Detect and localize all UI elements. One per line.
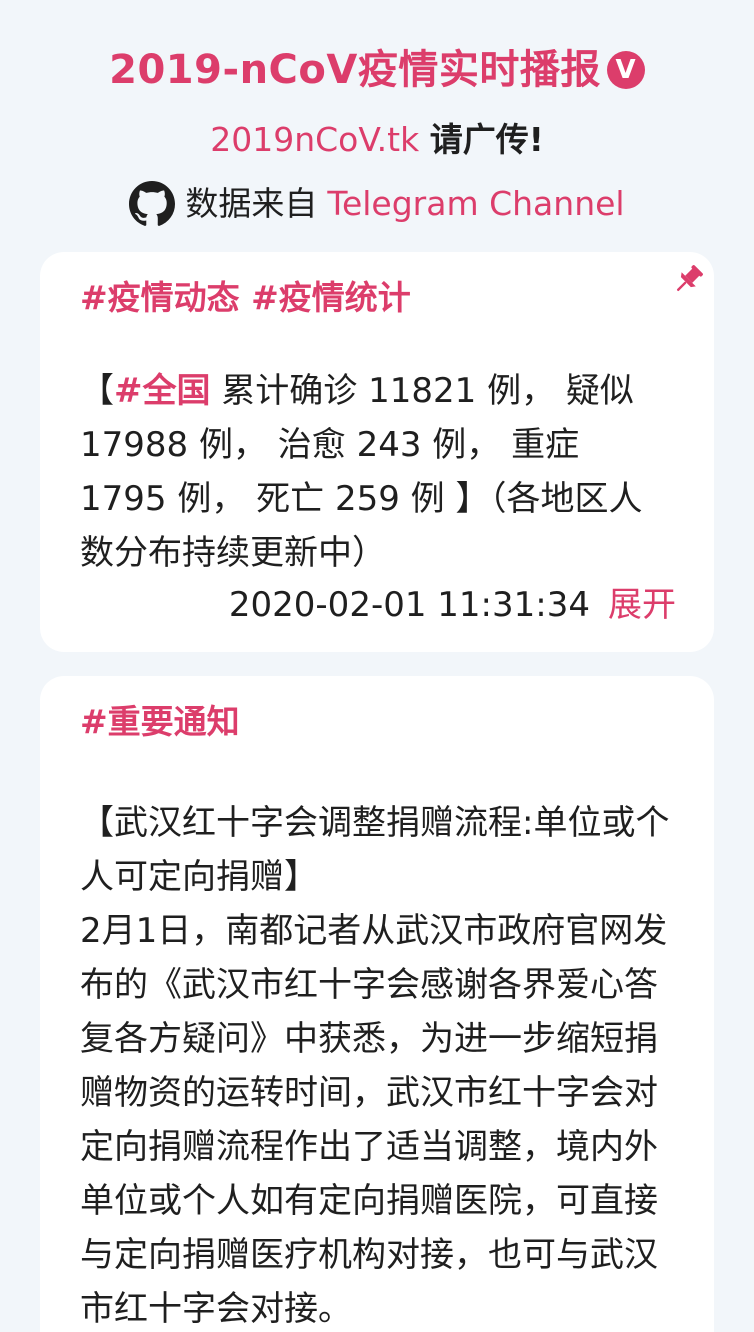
- post-tags[interactable]: #重要通知: [80, 698, 676, 746]
- post-card: #重要通知 【武汉红十字会调整捐赠流程:单位或个人可定向捐赠】 2月1日，南都记者…: [40, 676, 714, 1332]
- pin-icon: [676, 265, 703, 292]
- github-icon[interactable]: [129, 181, 176, 227]
- bracket-open: 【: [80, 371, 114, 411]
- site-line: 2019nCoV.tk 请广传!: [0, 116, 754, 164]
- verified-badge-icon: V: [606, 51, 645, 89]
- post-body: 【#全国 累计确诊 11821 例， 疑似 17988 例， 治愈 243 例，…: [80, 364, 676, 580]
- share-text: 请广传!: [429, 120, 544, 159]
- region-tag[interactable]: #全国: [114, 371, 211, 411]
- site-link[interactable]: 2019nCoV.tk: [210, 120, 419, 159]
- page-header: 2019-nCoV疫情实时播报 V 2019nCoV.tk 请广传! 数据来自 …: [0, 0, 754, 228]
- source-prefix: 数据来自: [185, 184, 318, 223]
- page-title-text: 2019-nCoV疫情实时播报: [109, 47, 601, 93]
- post-body: 【武汉红十字会调整捐赠流程:单位或个人可定向捐赠】 2月1日，南都记者从武汉市政府…: [80, 796, 676, 1332]
- expand-button[interactable]: 展开: [608, 585, 676, 625]
- post-tags[interactable]: #疫情动态 #疫情统计: [80, 274, 676, 322]
- telegram-channel-link[interactable]: Telegram Channel: [327, 180, 624, 228]
- page-title: 2019-nCoV疫情实时播报 V: [0, 42, 754, 98]
- post-headline: 【武汉红十字会调整捐赠流程:单位或个人可定向捐赠】: [80, 803, 670, 897]
- data-source-line: 数据来自 Telegram Channel: [0, 180, 754, 228]
- post-timestamp: 2020-02-01 11:31:34: [228, 585, 590, 625]
- post-meta: 2020-02-01 11:31:34 展开: [80, 582, 676, 628]
- post-content: 2月1日，南都记者从武汉市政府官网发布的《武汉市红十字会感谢各界爱心答复各方疑问…: [80, 911, 668, 1329]
- post-card: #疫情动态 #疫情统计 【#全国 累计确诊 11821 例， 疑似 17988 …: [40, 252, 714, 652]
